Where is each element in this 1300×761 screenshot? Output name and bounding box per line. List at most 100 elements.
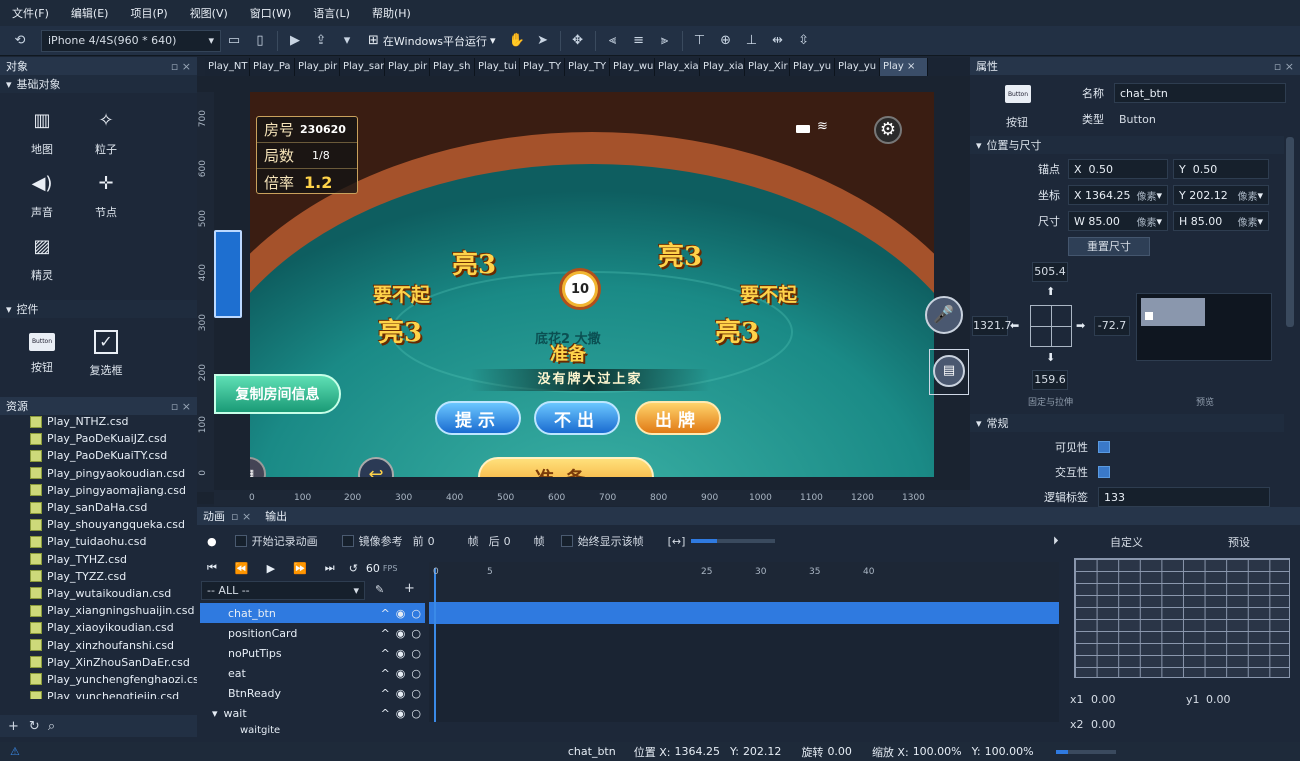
resource-file[interactable]: Play_NTHZ.csd bbox=[30, 413, 197, 430]
resource-file[interactable]: Play_PaoDeKuaiTY.csd bbox=[30, 447, 197, 464]
anchor-widget[interactable] bbox=[1030, 305, 1072, 347]
lock-icon[interactable]: ^ bbox=[381, 707, 390, 720]
move-tool-icon[interactable]: ✥ bbox=[568, 31, 588, 51]
last-frame-icon[interactable]: ⏭ bbox=[325, 561, 335, 575]
doc-tab[interactable]: Play_TY bbox=[520, 58, 565, 76]
circle-icon[interactable]: ○ bbox=[411, 627, 421, 640]
x1-value[interactable]: 0.00 bbox=[1091, 693, 1116, 706]
lock-icon[interactable]: ^ bbox=[381, 647, 390, 660]
tab-output[interactable]: 输出 bbox=[265, 508, 287, 524]
size-w-input[interactable]: W 85.00 像素 ▾ bbox=[1068, 211, 1168, 231]
position-y-input[interactable]: Y 202.12 像素 ▾ bbox=[1173, 185, 1269, 205]
menu-file[interactable]: 文件(F) bbox=[12, 5, 49, 21]
object-sprite[interactable]: ▨ 精灵 bbox=[10, 227, 74, 290]
next-value[interactable]: 0 bbox=[504, 535, 534, 548]
chevron-down-icon[interactable]: ▾ bbox=[212, 707, 218, 720]
layer-row[interactable]: ▾ wait ^ ◉ ○ bbox=[200, 703, 425, 723]
portrait-icon[interactable]: ▯ bbox=[250, 31, 270, 51]
section-position-size[interactable]: ▾ 位置与尺寸 bbox=[970, 136, 1284, 154]
curve-editor-grid[interactable] bbox=[1074, 558, 1290, 678]
section-controls[interactable]: ▾ 控件 bbox=[0, 300, 197, 318]
align-right-icon[interactable]: ⫸ bbox=[655, 31, 675, 51]
distribute-v-icon[interactable]: ⇳ bbox=[794, 31, 814, 51]
panel-controls-icon[interactable]: ▫ × bbox=[231, 510, 251, 523]
doc-tab[interactable]: Play_xia bbox=[655, 58, 700, 76]
anchor-y-input[interactable]: Y 0.50 bbox=[1173, 159, 1269, 179]
resource-file[interactable]: Play_PaoDeKuaiJZ.csd bbox=[30, 430, 197, 447]
doc-tab[interactable]: Play_sar bbox=[340, 58, 385, 76]
menu-window[interactable]: 窗口(W) bbox=[250, 5, 291, 21]
resource-file[interactable]: Play_shouyangqueka.csd bbox=[30, 516, 197, 533]
resource-file[interactable]: Play_TYHZ.csd bbox=[30, 551, 197, 568]
landscape-icon[interactable]: ▭ bbox=[224, 31, 244, 51]
layer-row[interactable]: eat ^ ◉ ○ bbox=[200, 663, 425, 683]
mirror-checkbox[interactable] bbox=[341, 535, 354, 547]
resource-file[interactable]: Play_tuidaohu.csd bbox=[30, 533, 197, 550]
settings-gear-icon[interactable]: ⚙ bbox=[874, 116, 902, 144]
edit-pencil-icon[interactable]: ✎ bbox=[375, 583, 384, 596]
doc-tab[interactable]: Play_pir bbox=[385, 58, 430, 76]
timeline-area[interactable] bbox=[429, 562, 1059, 722]
curve-tab-preset[interactable]: 预设 bbox=[1228, 534, 1250, 550]
chat-button-selected[interactable]: ▤ bbox=[929, 349, 969, 395]
resource-file[interactable]: Play_sanDaHa.csd bbox=[30, 499, 197, 516]
menu-help[interactable]: 帮助(H) bbox=[372, 5, 411, 21]
anchor-x-input[interactable]: X 0.50 bbox=[1068, 159, 1168, 179]
mic-button[interactable]: 🎤 bbox=[925, 296, 963, 334]
panel-controls-icon[interactable]: ▫ × bbox=[171, 60, 191, 73]
always-show-checkbox[interactable] bbox=[560, 535, 573, 547]
curve-collapse-icon[interactable]: ⏵ bbox=[1053, 534, 1059, 548]
prev-value[interactable]: 0 bbox=[428, 535, 468, 548]
refresh-icon[interactable]: ↻ bbox=[29, 719, 40, 734]
layer-row-partial[interactable]: waitgite bbox=[200, 723, 425, 737]
properties-scrollbar[interactable] bbox=[1286, 137, 1294, 327]
layer-row[interactable]: BtnReady ^ ◉ ○ bbox=[200, 683, 425, 703]
circle-icon[interactable]: ○ bbox=[411, 687, 421, 700]
size-h-input[interactable]: H 85.00 像素 ▾ bbox=[1173, 211, 1269, 231]
loop-icon[interactable]: [↔] bbox=[668, 535, 686, 548]
resource-file[interactable]: Play_xinzhoufanshi.csd bbox=[30, 636, 197, 653]
circle-icon[interactable]: ○ bbox=[411, 647, 421, 660]
reset-size-button[interactable]: 重置尺寸 bbox=[1068, 237, 1150, 256]
resource-file[interactable]: Play_xiaoyikoudian.csd bbox=[30, 619, 197, 636]
eye-icon[interactable]: ◉ bbox=[396, 687, 406, 700]
eye-icon[interactable]: ◉ bbox=[396, 627, 406, 640]
play-cards-button[interactable]: 出牌 bbox=[635, 401, 721, 435]
add-layer-icon[interactable]: + bbox=[404, 581, 415, 596]
close-icon[interactable]: × bbox=[907, 61, 915, 72]
eye-icon[interactable]: ◉ bbox=[396, 667, 406, 680]
menu-edit[interactable]: 编辑(E) bbox=[71, 5, 109, 21]
doc-tab[interactable]: Play_wu bbox=[610, 58, 655, 76]
eye-icon[interactable]: ◉ bbox=[396, 647, 406, 660]
margin-right-field[interactable]: -72.7 bbox=[1094, 316, 1130, 336]
panel-controls-icon[interactable]: ▫ × bbox=[1274, 60, 1294, 73]
y1-value[interactable]: 0.00 bbox=[1206, 693, 1231, 706]
doc-tab[interactable]: Play_NT bbox=[205, 58, 250, 76]
prev-frame-icon[interactable]: ⏪ bbox=[235, 562, 249, 575]
visible-checkbox[interactable] bbox=[1098, 441, 1110, 453]
pointer-tool-icon[interactable]: ➤ bbox=[533, 31, 553, 51]
circle-icon[interactable]: ○ bbox=[411, 707, 421, 720]
play-icon[interactable]: ▶ bbox=[285, 31, 305, 51]
align-top-icon[interactable]: ⊤ bbox=[690, 31, 710, 51]
pin-left-icon[interactable]: ⬅ bbox=[1010, 319, 1019, 332]
eye-icon[interactable]: ◉ bbox=[396, 707, 406, 720]
tag-input[interactable]: 133 bbox=[1098, 487, 1270, 507]
doc-tab[interactable]: Play_yu bbox=[790, 58, 835, 76]
run-windows-button[interactable]: ⊞ 在Windows平台运行 ▾ bbox=[368, 33, 496, 49]
hand-tool-icon[interactable]: ✋ bbox=[507, 31, 527, 51]
name-input[interactable]: chat_btn bbox=[1114, 83, 1286, 103]
distribute-h-icon[interactable]: ⇹ bbox=[768, 31, 788, 51]
align-middle-icon[interactable]: ⊕ bbox=[716, 31, 736, 51]
record-checkbox[interactable] bbox=[234, 535, 247, 547]
zoom-slider[interactable] bbox=[691, 539, 776, 543]
lock-icon[interactable]: ^ bbox=[381, 607, 390, 620]
doc-tab-active[interactable]: Play × bbox=[880, 58, 928, 76]
device-select[interactable]: iPhone 4/4S(960 * 640) ▾ bbox=[41, 29, 221, 52]
circle-icon[interactable]: ○ bbox=[411, 607, 421, 620]
resource-file[interactable]: Play_pingyaomajiang.csd bbox=[30, 482, 197, 499]
lock-icon[interactable]: ^ bbox=[381, 687, 390, 700]
layer-filter-select[interactable]: -- ALL -- ▾ bbox=[201, 581, 365, 600]
layer-row[interactable]: positionCard ^ ◉ ○ bbox=[200, 623, 425, 643]
pin-right-icon[interactable]: ➡ bbox=[1076, 319, 1085, 332]
